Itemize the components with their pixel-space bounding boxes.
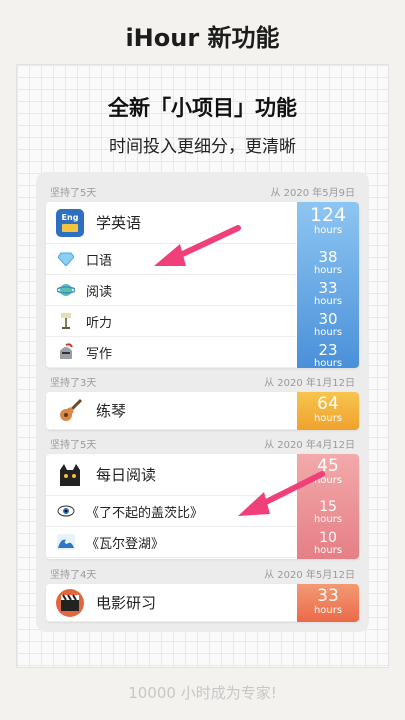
black-cat-icon — [56, 461, 84, 489]
helmet-icon — [56, 342, 76, 362]
project-row-film[interactable]: 电影研习 — [46, 584, 296, 622]
since-date: 从 2020 年5月9日 — [270, 187, 355, 199]
hours-sub: 38 hours — [313, 248, 343, 276]
hours-sub: 10 hours — [313, 530, 343, 556]
project-row-daily-reading[interactable]: 每日阅读 — [46, 454, 296, 496]
hours-total: 64 hours — [313, 394, 343, 424]
english-book-icon: Eng — [56, 208, 84, 237]
hours-total: 33 hours — [313, 586, 343, 616]
hours-total: 124 hours — [309, 204, 347, 236]
project-row-english[interactable]: Eng 学英语 — [46, 202, 296, 244]
project-row-piano[interactable]: 练琴 — [46, 392, 296, 430]
project-label: 练琴 — [96, 402, 127, 420]
wave-icon — [56, 532, 76, 552]
subproject-row-speaking[interactable]: 口语 — [46, 244, 296, 275]
project-label: 每日阅读 — [96, 466, 157, 484]
streak-label: 坚持了5天 — [50, 439, 97, 451]
subproject-label: 口语 — [86, 253, 113, 269]
feature-subline: 时间投入更细分，更清晰 — [109, 137, 296, 157]
hours-column: 33 hours — [297, 584, 359, 622]
since-date: 从 2020 年4月12日 — [264, 439, 355, 451]
hours-column: 64 hours — [297, 392, 359, 430]
subproject-row-reading[interactable]: 阅读 — [46, 275, 296, 306]
eye-icon — [56, 501, 76, 521]
hours-sub: 30 hours — [313, 310, 343, 338]
subproject-row-listening[interactable]: 听力 — [46, 306, 296, 337]
hours-column: 124 hours 38 hours 33 hours 30 hours 23 — [297, 202, 359, 368]
since-date: 从 2020 年5月12日 — [264, 569, 355, 581]
subproject-label: 听力 — [86, 315, 113, 331]
subproject-label: 阅读 — [86, 284, 113, 300]
subproject-row-walden[interactable]: 《瓦尔登湖》 — [46, 527, 296, 558]
since-date: 从 2020 年1月12日 — [264, 377, 355, 389]
lamp-icon — [56, 311, 76, 331]
project-label: 电影研习 — [96, 594, 157, 612]
project-list: 坚持了5天 从 2020 年5月9日 Eng 学英语 口语 阅读 听力 写作 1… — [36, 172, 369, 632]
hours-total: 45 hours — [313, 456, 343, 486]
hours-sub: 33 hours — [313, 279, 343, 307]
project-label: 学英语 — [96, 214, 142, 232]
subproject-row-writing[interactable]: 写作 — [46, 337, 296, 368]
hours-sub: 15 hours — [313, 499, 343, 525]
project-group-piano: 坚持了3天 从 2020 年1月12日 练琴 64 hours — [46, 370, 359, 430]
project-group-english: 坚持了5天 从 2020 年5月9日 Eng 学英语 口语 阅读 听力 写作 1… — [46, 180, 359, 368]
subproject-label: 《了不起的盖茨比》 — [86, 505, 204, 521]
project-group-film: 坚持了4天 从 2020 年5月12日 电影研习 33 hours — [46, 562, 359, 622]
streak-label: 坚持了5天 — [50, 187, 97, 199]
hours-sub: 23 hours — [313, 341, 343, 369]
hours-column: 45 hours 15 hours 10 hours — [297, 454, 359, 559]
diamond-icon — [56, 249, 76, 269]
planet-icon — [56, 280, 76, 300]
guitar-icon — [56, 397, 84, 425]
feature-headline: 全新「小项目」功能 — [104, 92, 301, 122]
app-title: iHour 新功能 — [125, 24, 280, 52]
subproject-label: 写作 — [86, 346, 113, 362]
clapperboard-icon — [56, 588, 84, 617]
streak-label: 坚持了3天 — [50, 377, 97, 389]
streak-label: 坚持了4天 — [50, 569, 97, 581]
subproject-label: 《瓦尔登湖》 — [86, 536, 165, 552]
slogan-footer: 10000 小时成为专家! — [128, 684, 277, 702]
subproject-row-gatsby[interactable]: 《了不起的盖茨比》 — [46, 496, 296, 527]
project-group-daily-reading: 坚持了5天 从 2020 年4月12日 每日阅读 《了不起的盖茨比》 《瓦尔登湖… — [46, 432, 359, 559]
